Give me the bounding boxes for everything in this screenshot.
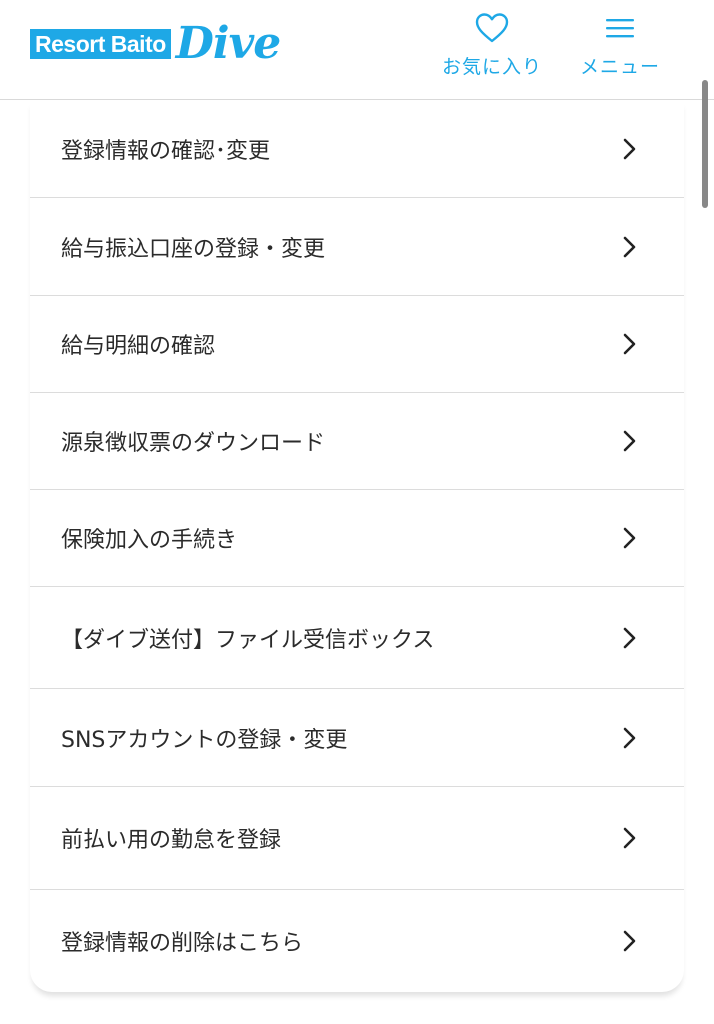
scrollbar[interactable]: [702, 80, 708, 208]
menu-item-insurance[interactable]: 保険加入の手続き: [30, 490, 684, 587]
menu-item-bank-account[interactable]: 給与振込口座の登録・変更: [30, 198, 684, 296]
menu-item-label: 保険加入の手続き: [61, 528, 238, 553]
menu-button[interactable]: メニュー: [576, 10, 664, 79]
menu-item-label: 前払い用の勤怠を登録: [61, 828, 282, 853]
menu-item-label: 給与明細の確認: [61, 334, 216, 359]
chevron-right-icon: [618, 827, 640, 849]
chevron-right-icon: [618, 138, 640, 160]
menu-item-profile[interactable]: 登録情報の確認･変更: [30, 100, 684, 198]
chevron-right-icon: [618, 627, 640, 649]
chevron-right-icon: [618, 727, 640, 749]
heart-icon: [475, 10, 509, 46]
menu-item-file-inbox[interactable]: 【ダイブ送付】ファイル受信ボックス: [30, 587, 684, 689]
menu-label: メニュー: [579, 56, 660, 78]
menu-item-label: 【ダイブ送付】ファイル受信ボックス: [61, 627, 435, 653]
logo-wordmark: Resort Baito: [30, 29, 171, 59]
menu-item-delete-account[interactable]: 登録情報の削除はこちら: [30, 890, 684, 992]
logo-script: Dive: [175, 18, 281, 69]
chevron-right-icon: [618, 930, 640, 952]
menu-item-label: 給与振込口座の登録・変更: [61, 236, 326, 262]
menu-item-label: 登録情報の削除はこちら: [61, 931, 304, 956]
menu-item-payslip[interactable]: 給与明細の確認: [30, 296, 684, 393]
hamburger-icon: [605, 10, 635, 46]
chevron-right-icon: [618, 236, 640, 258]
menu-item-prepay-attendance[interactable]: 前払い用の勤怠を登録: [30, 787, 684, 890]
site-header: Resort Baito Dive お気に入り メニュー: [0, 0, 714, 100]
favorites-label: お気に入り: [441, 56, 542, 78]
site-logo[interactable]: Resort Baito Dive: [30, 16, 281, 72]
chevron-right-icon: [618, 527, 640, 549]
menu-item-label: 登録情報の確認･変更: [61, 138, 271, 164]
menu-item-label: 源泉徴収票のダウンロード: [61, 431, 326, 456]
chevron-right-icon: [618, 430, 640, 452]
chevron-right-icon: [618, 333, 640, 355]
favorites-button[interactable]: お気に入り: [440, 10, 544, 79]
menu-item-tax-withholding[interactable]: 源泉徴収票のダウンロード: [30, 393, 684, 490]
account-menu-list: 登録情報の確認･変更 給与振込口座の登録・変更 給与明細の確認 源泉徴収票のダウ…: [30, 100, 684, 992]
menu-item-label: SNSアカウントの登録・変更: [61, 727, 348, 753]
menu-item-sns-account[interactable]: SNSアカウントの登録・変更: [30, 689, 684, 787]
